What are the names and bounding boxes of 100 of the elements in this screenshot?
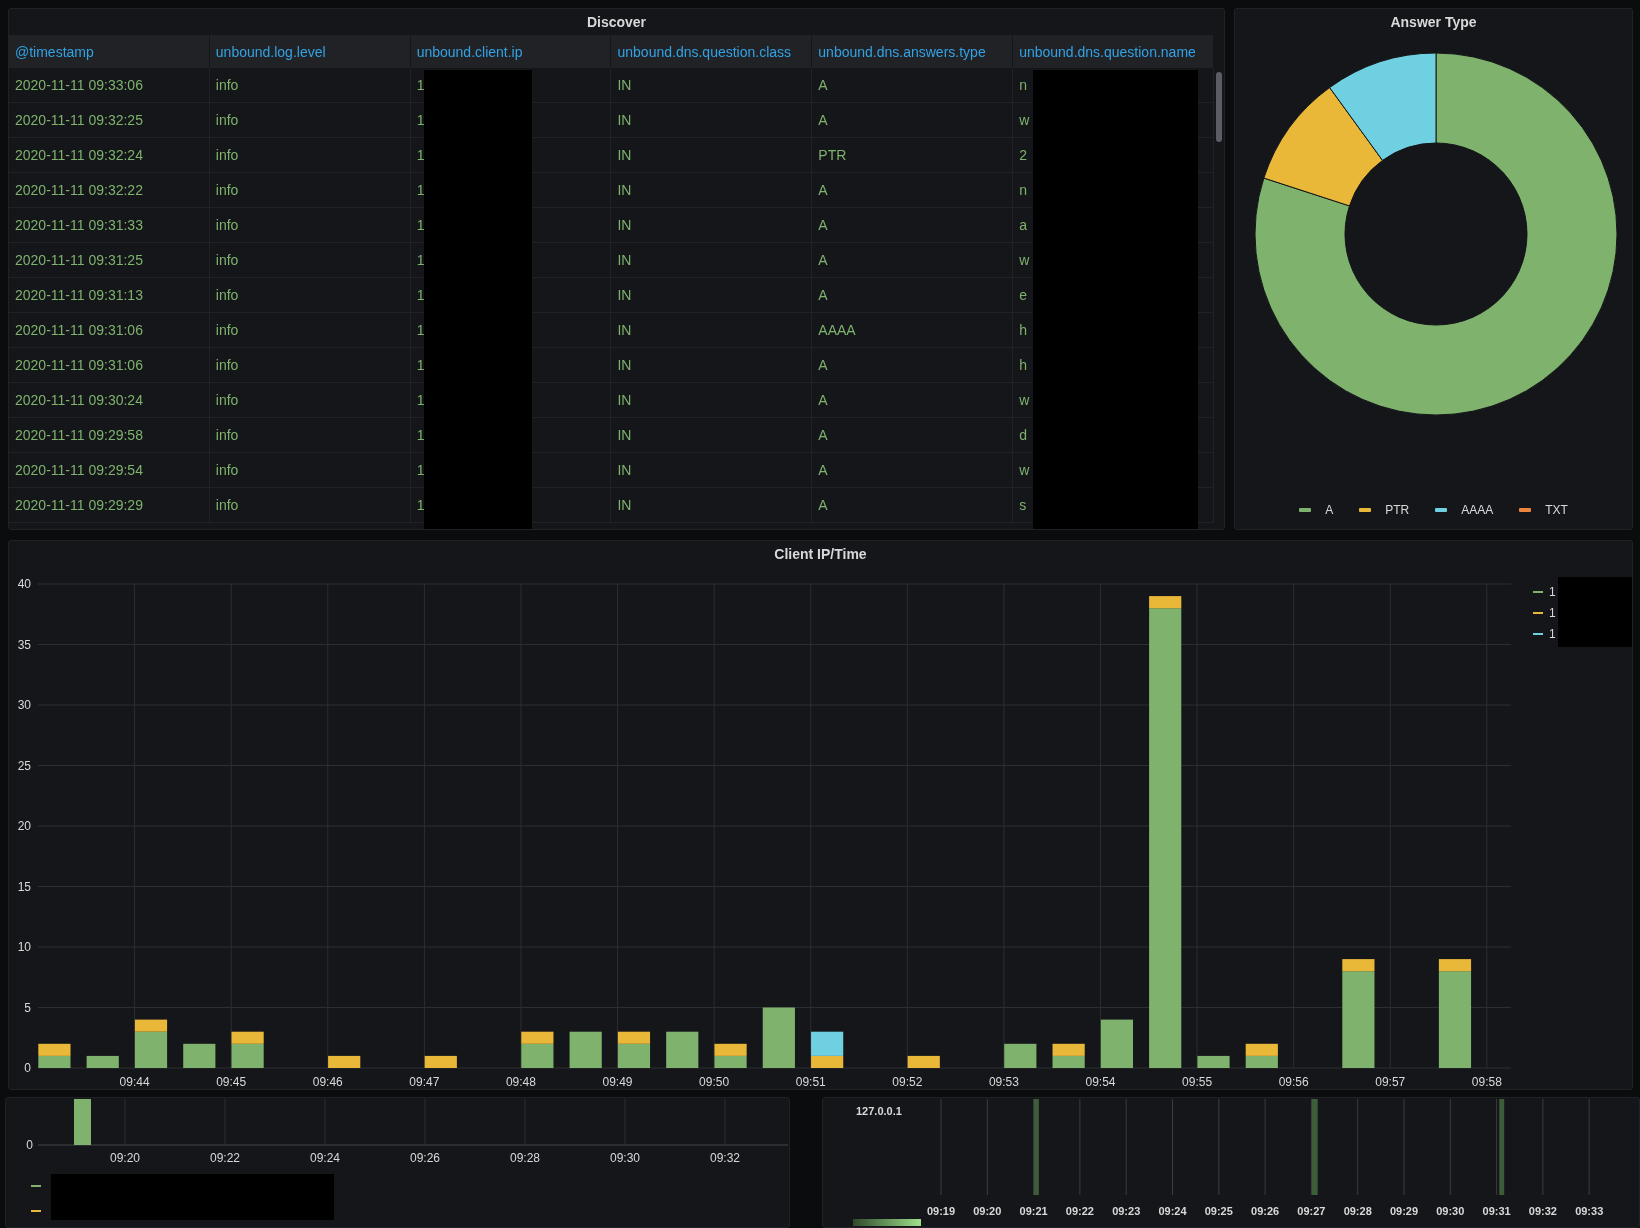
axis-tick-label: 09:32 [1528,1205,1557,1217]
table-cell: 2020-11-11 09:29:58 [15,427,143,443]
table-cell: A [818,252,828,268]
axis-tick-label: 09:48 [505,1075,536,1089]
table-cell: A [818,497,828,513]
axis-tick-label: 09:22 [210,1151,240,1165]
axis-tick-label: 09:32 [710,1151,740,1165]
table-cell: w [1019,252,1030,268]
table-cell: 2020-11-11 09:29:29 [15,497,143,513]
table-cell: A [818,427,828,443]
table-cell: IN [617,462,632,478]
axis-tick-label: 09:47 [409,1075,440,1089]
table-cell: IN [617,217,632,233]
legend-label: 1 [1549,606,1556,620]
table-cell: 1 [416,112,425,128]
legend-label: 1 [1549,627,1556,641]
table-cell: info [215,252,239,268]
axis-tick-label: 09:24 [1158,1205,1187,1217]
color-scale-bar [853,1219,921,1226]
table-cell: 2 [1019,147,1027,163]
scrollbar[interactable] [1216,72,1222,142]
table-cell: 1 [416,182,425,198]
table-cell: A [818,182,828,198]
table-cell: w [1019,392,1030,408]
axis-tick-label: 09:57 [1375,1075,1406,1089]
table-cell: IN [617,287,632,303]
legend-label[interactable]: TXT [1545,503,1568,517]
table-cell: 2020-11-11 09:31:33 [15,217,143,233]
table-cell: 2020-11-11 09:31:13 [15,287,143,303]
legend-label[interactable]: PTR [1385,503,1410,517]
axis-tick-label: 09:44 [119,1075,150,1089]
table-cell: 1 [416,252,425,268]
table-cell: info [215,112,239,128]
axis-tick-label: 09:33 [1575,1205,1604,1217]
axis-tick-label: 09:55 [1182,1075,1213,1089]
table-cell: info [215,147,239,163]
table-cell: A [818,217,828,233]
table-cell: info [215,357,239,373]
table-cell: 2020-11-11 09:32:24 [15,147,143,163]
axis-tick-label: 09:19 [926,1205,956,1217]
table-cell: info [215,392,239,408]
chart-bar [569,1031,602,1068]
table-cell: 2020-11-11 09:30:24 [15,392,143,408]
table-cell: 2020-11-11 09:29:54 [15,462,143,478]
table-cell: n [1019,77,1027,93]
axis-tick-label: 0 [26,1138,33,1152]
panel-title: Client IP/Time [774,545,867,564]
table-cell: IN [617,427,632,443]
axis-tick-label: 09:51 [795,1075,826,1089]
table-cell: IN [617,322,632,338]
axis-tick-label: 5 [24,1000,31,1015]
axis-tick-label: 15 [17,879,31,894]
axis-tick-label: 09:23 [1112,1205,1141,1217]
legend-label: 1 [1549,585,1556,599]
chart-bar [1004,1043,1037,1068]
table-cell: h [1019,357,1027,373]
panel-title: Discover [586,13,647,32]
axis-tick-label: 09:28 [1343,1205,1372,1217]
table-cell: A [818,287,828,303]
table-cell: info [215,497,239,513]
chart-bar [38,1043,71,1056]
axis-tick-label: 09:29 [1389,1205,1419,1217]
table-cell: IN [617,252,632,268]
table-cell: info [215,322,239,338]
chart-bar [183,1043,216,1068]
table-cell: 2020-11-11 09:32:25 [15,112,143,128]
axis-tick-label: 20 [17,819,31,833]
table-cell: info [215,462,239,478]
chart-bar [74,1099,91,1145]
chart-bar [86,1055,119,1068]
table-cell: 1 [416,392,425,408]
axis-tick-label: 09:28 [510,1151,540,1165]
legend-label[interactable]: AAAA [1461,503,1494,517]
axis-tick-label: 40 [17,577,31,591]
table-cell: PTR [818,147,847,163]
axis-tick-label: 09:30 [610,1151,640,1165]
table-cell: s [1019,497,1027,513]
axis-tick-label: 09:49 [602,1075,633,1089]
axis-tick-label: 09:31 [1482,1205,1511,1217]
table-cell: 2020-11-11 09:31:06 [15,357,143,373]
legend-label[interactable]: A [1325,503,1334,517]
table-cell: IN [617,497,632,513]
chart-bar [1052,1043,1085,1056]
axis-tick-label: 09:26 [410,1151,440,1165]
table-cell: info [215,217,239,233]
axis-tick-label: 09:53 [988,1075,1019,1089]
table-cell: info [215,427,239,443]
axis-tick-label: 09:24 [310,1151,340,1165]
table-cell: 2020-11-11 09:31:25 [15,252,143,268]
table-cell: IN [617,112,632,128]
chart-bar [424,1055,457,1068]
table-cell: 2020-11-11 09:31:06 [15,322,143,338]
axis-tick-label: 09:25 [1204,1205,1233,1217]
axis-tick-label: 35 [17,637,31,652]
table-cell: 1 [416,322,425,338]
table-cell: IN [617,357,632,373]
table-cell: IN [617,182,632,198]
axis-tick-label: 30 [17,698,31,712]
chart-bar [1245,1043,1278,1056]
table-cell: A [818,357,828,373]
